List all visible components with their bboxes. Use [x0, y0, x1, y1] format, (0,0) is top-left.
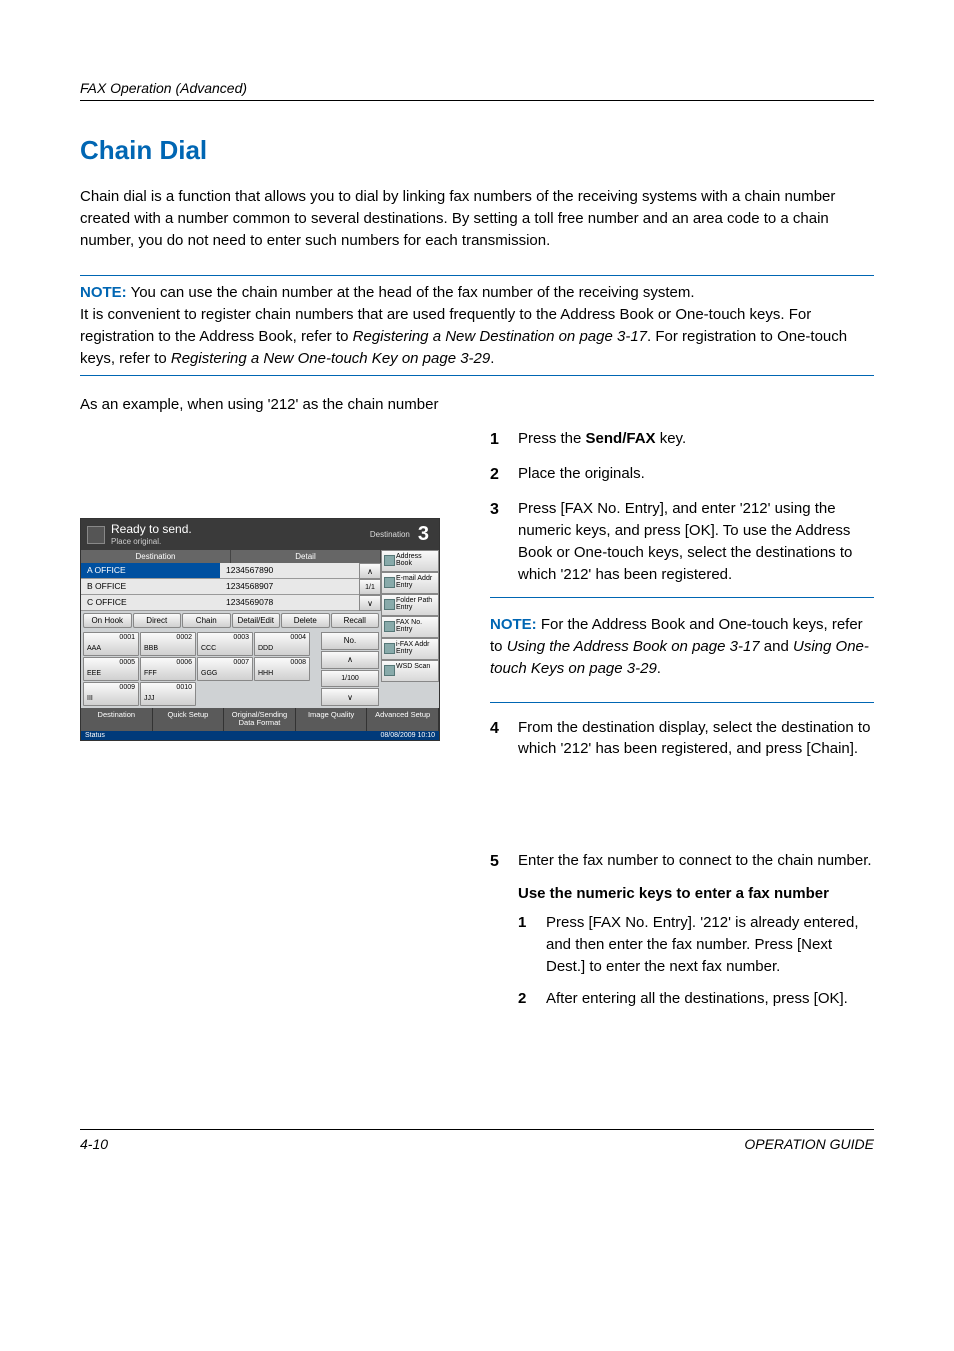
list-item[interactable]: B OFFICE 1234568907 [81, 579, 359, 595]
panel-subtitle: Place original. [111, 537, 370, 546]
onetouch-key[interactable]: 0002BBB [140, 632, 196, 656]
tab-original-sending[interactable]: Original/Sending Data Format [224, 708, 296, 731]
onetouch-key[interactable]: 0001AAA [83, 632, 139, 656]
page-title: Chain Dial [80, 135, 874, 166]
note-block-2: NOTE: For the Address Book and One-touch… [490, 608, 874, 685]
note1-line1: You can use the chain number at the head… [131, 284, 695, 301]
note1-ref2: Registering a New One-touch Key on page … [171, 350, 490, 367]
device-screenshot: Ready to send. Place original. Destinati… [80, 518, 440, 741]
onetouch-key[interactable]: 0004DDD [254, 632, 310, 656]
list-item[interactable]: C OFFICE 1234569078 [81, 595, 359, 611]
dest-detail: 1234569078 [220, 595, 359, 610]
send-icon [87, 526, 105, 544]
note1-ref1: Registering a New Destination on page 3-… [353, 328, 647, 345]
intro-paragraph: Chain dial is a function that allows you… [80, 186, 874, 251]
dest-count-value: 3 [414, 523, 433, 546]
step-1: 1 Press the Send/FAX key. [490, 428, 874, 451]
onetouch-key[interactable]: 0010JJJ [140, 682, 196, 706]
onetouch-key[interactable]: 0009III [83, 682, 139, 706]
col-header-detail: Detail [231, 550, 381, 563]
sub-heading: Use the numeric keys to enter a fax numb… [518, 885, 874, 902]
on-hook-button[interactable]: On Hook [83, 613, 132, 628]
onetouch-key[interactable]: 0006FFF [140, 657, 196, 681]
email-addr-entry-button[interactable]: E-mail Addr Entry [381, 572, 439, 594]
tab-advanced-setup[interactable]: Advanced Setup [367, 708, 439, 731]
onetouch-key[interactable]: 0007GGG [197, 657, 253, 681]
step-3: 3 Press [FAX No. Entry], and enter '212'… [490, 498, 874, 585]
wsd-scan-button[interactable]: WSD Scan [381, 660, 439, 682]
step-5: 5 Enter the fax number to connect to the… [490, 850, 874, 873]
note1-line2c: . [490, 350, 494, 367]
substep-1: 1 Press [FAX No. Entry]. '212' is alread… [518, 912, 874, 977]
scroll-page-indicator: 1/1 [359, 579, 381, 595]
key-page-indicator: 1/100 [321, 670, 379, 688]
divider [490, 597, 874, 598]
detail-edit-button[interactable]: Detail/Edit [232, 613, 281, 628]
substep-2: 2 After entering all the destinations, p… [518, 988, 874, 1010]
status-datetime: 08/08/2009 10:10 [381, 732, 436, 739]
step-2: 2 Place the originals. [490, 463, 874, 486]
dest-name: A OFFICE [81, 563, 220, 578]
onetouch-key[interactable]: 0003CCC [197, 632, 253, 656]
example-line: As an example, when using '212' as the c… [80, 394, 874, 416]
key-scroll-down[interactable]: ∨ [321, 688, 379, 706]
page-number: 4-10 [80, 1136, 108, 1152]
dest-name: B OFFICE [81, 579, 220, 594]
step-4: 4 From the destination display, select t… [490, 717, 874, 761]
note-block-1: NOTE: You can use the chain number at th… [80, 276, 874, 375]
ifax-addr-entry-button[interactable]: i-FAX Addr Entry [381, 638, 439, 660]
key-scroll-up[interactable]: ∧ [321, 651, 379, 669]
chain-button[interactable]: Chain [182, 613, 231, 628]
status-label: Status [85, 732, 105, 739]
folder-path-entry-button[interactable]: Folder Path Entry [381, 594, 439, 616]
dest-name: C OFFICE [81, 595, 220, 610]
footer-guide-label: OPERATION GUIDE [744, 1136, 874, 1152]
col-header-destination: Destination [81, 550, 231, 563]
onetouch-key[interactable]: 0008HHH [254, 657, 310, 681]
onetouch-key[interactable]: 0005EEE [83, 657, 139, 681]
fax-no-entry-button[interactable]: FAX No. Entry [381, 616, 439, 638]
tab-destination[interactable]: Destination [81, 708, 153, 731]
scroll-up-button[interactable]: ∧ [359, 563, 381, 579]
page-header: FAX Operation (Advanced) [80, 80, 874, 101]
divider [80, 375, 874, 376]
delete-button[interactable]: Delete [281, 613, 330, 628]
panel-title: Ready to send. [111, 523, 370, 537]
tab-quick-setup[interactable]: Quick Setup [153, 708, 225, 731]
scroll-down-button[interactable]: ∨ [359, 595, 381, 611]
dest-detail: 1234568907 [220, 579, 359, 594]
direct-button[interactable]: Direct [133, 613, 182, 628]
dest-detail: 1234567890 [220, 563, 359, 578]
note-label: NOTE: [80, 284, 127, 301]
number-button[interactable]: No. [321, 632, 379, 650]
tab-image-quality[interactable]: Image Quality [296, 708, 368, 731]
note-label: NOTE: [490, 616, 537, 633]
dest-count-label: Destination [370, 530, 410, 539]
page-footer: 4-10 OPERATION GUIDE [80, 1129, 874, 1152]
address-book-button[interactable]: Address Book [381, 550, 439, 572]
recall-button[interactable]: Recall [331, 613, 380, 628]
divider [490, 702, 874, 703]
list-item[interactable]: A OFFICE 1234567890 [81, 563, 359, 579]
